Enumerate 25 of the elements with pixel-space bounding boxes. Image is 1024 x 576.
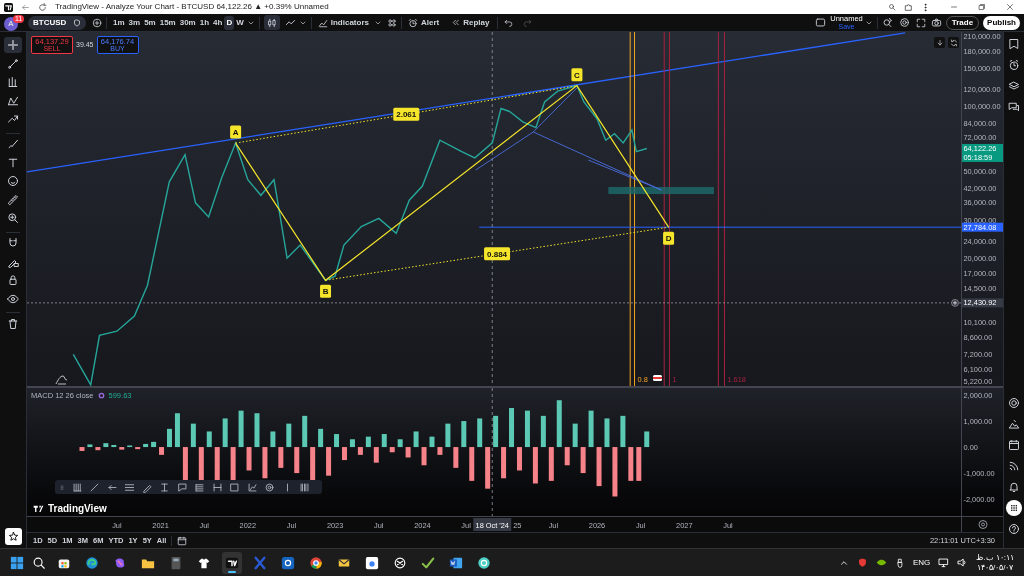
pattern-point-label: A [230,125,242,139]
interval-tab[interactable]: 4h [211,15,225,30]
logo-text: TradingView [48,502,107,516]
symbol-search-field[interactable]: BTCUSD [28,15,86,30]
interval-tab[interactable]: 5m [142,15,158,30]
replay-button[interactable]: Replay [449,16,492,29]
pattern-point-label: C [571,68,583,82]
interval-tab[interactable]: 30m [177,15,198,30]
window-title: TradingView - Analyze Your Chart - BTCUSD 64,122.26 ▲ +0.39% Unnamed [55,1,329,13]
taskbar-clock[interactable]: ۱۰:۱۱ ب.ظ ۱۴۰۵/۰۵/۰۷ [976,553,1014,572]
symbol-text: BTCUSD [33,16,67,29]
alert-button[interactable]: Alert [406,16,442,29]
ratio-label: 2.061 [393,107,420,121]
interval-tab[interactable]: 1h [197,15,212,30]
interval-tab[interactable]: 3m [126,15,143,30]
language-indicator[interactable]: ENG [912,556,931,569]
interval-tab[interactable]: D [224,15,235,30]
pattern-point-label: B [320,284,332,298]
pattern-point-label: D [663,231,675,245]
interval-tab[interactable]: W [234,15,246,30]
indicators-button[interactable]: Indicators [315,16,371,29]
ratio-label: 0.884 [484,247,511,261]
publish-button[interactable]: Publish [983,15,1020,30]
interval-tab[interactable]: 1m [111,15,127,30]
interval-tab[interactable]: 15m [157,15,178,30]
